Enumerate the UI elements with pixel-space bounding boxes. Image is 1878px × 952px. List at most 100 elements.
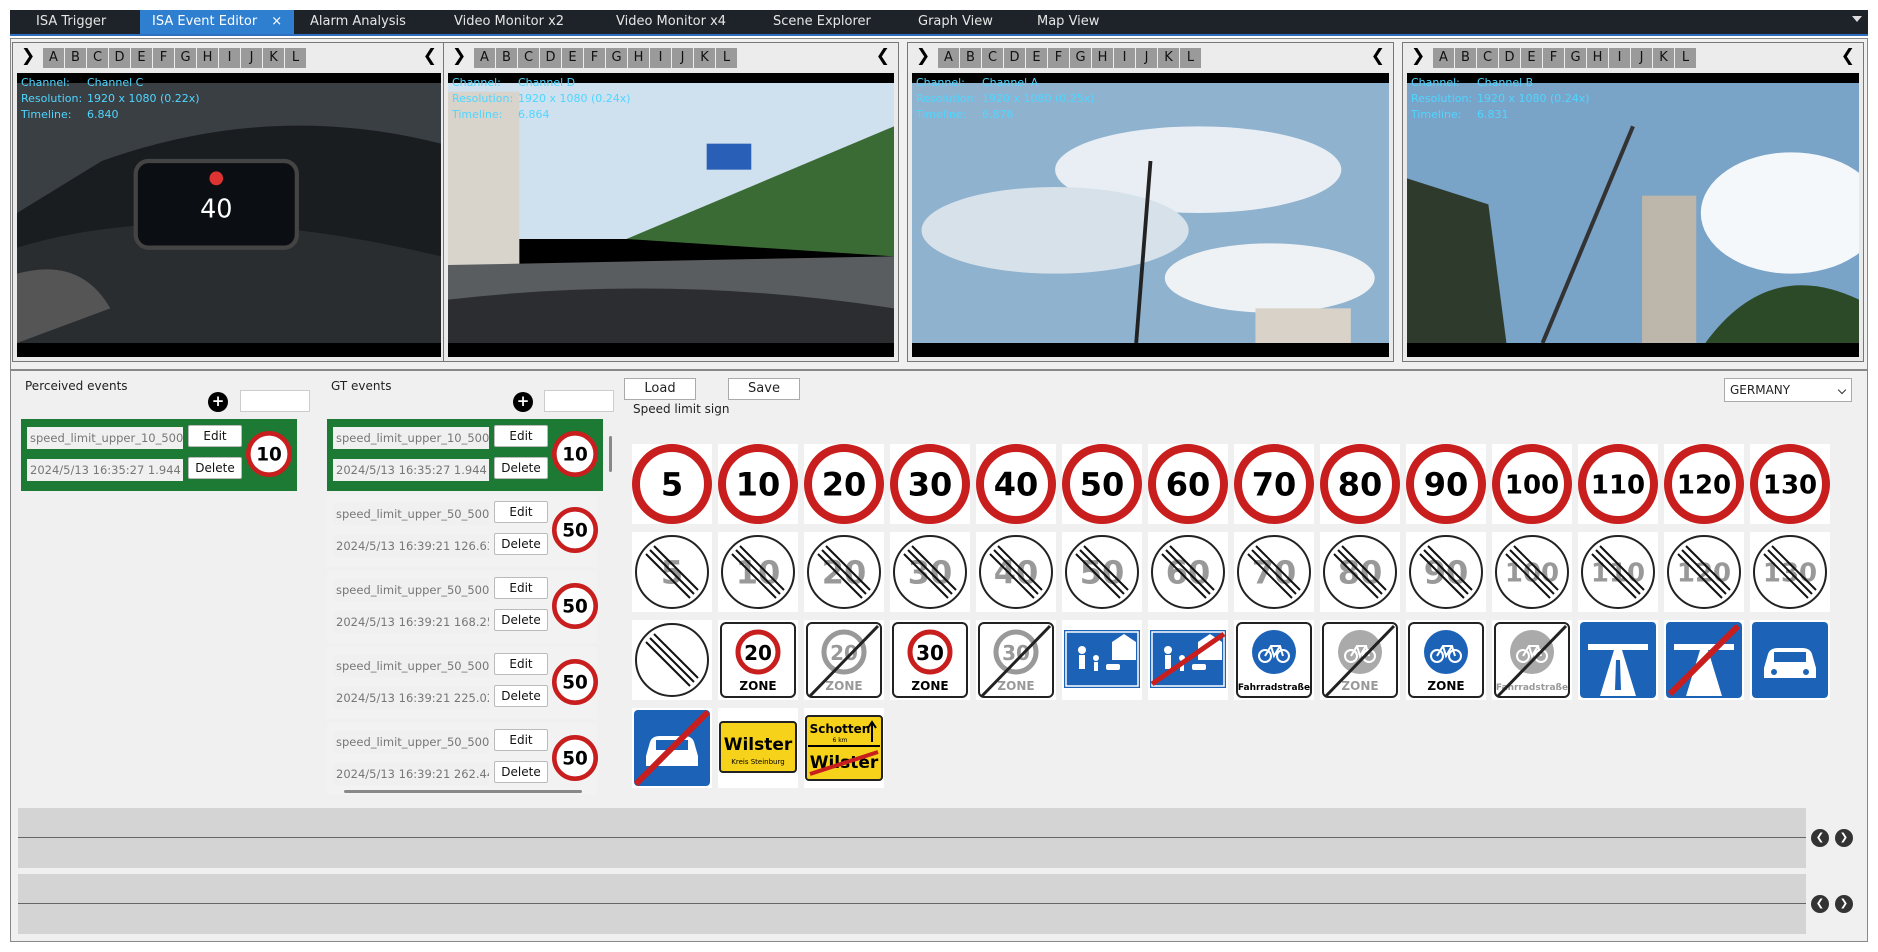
- edit-button[interactable]: Edit: [494, 577, 548, 599]
- event-item[interactable]: speed_limit_upper_50_5000 Edit 2024/5/13…: [327, 571, 598, 643]
- event-name-field[interactable]: speed_limit_upper_10_5000: [27, 427, 183, 449]
- living-street-sign[interactable]: [1062, 620, 1142, 700]
- channel-letter-button[interactable]: F: [1048, 48, 1069, 68]
- speed-limit-90-sign[interactable]: 90: [1406, 444, 1486, 524]
- event-name-field[interactable]: speed_limit_upper_50_5000: [333, 731, 489, 753]
- end-speed-limit-5-sign[interactable]: 5: [632, 532, 712, 612]
- event-item[interactable]: speed_limit_upper_50_5000 Edit 2024/5/13…: [327, 723, 598, 795]
- channel-letter-button[interactable]: D: [1499, 48, 1520, 68]
- chevron-right-icon[interactable]: ❯: [452, 46, 466, 66]
- chevron-right-icon[interactable]: ❯: [1411, 46, 1425, 66]
- timeline-track-1[interactable]: [18, 808, 1806, 868]
- end-speed-limit-100-sign[interactable]: 100: [1492, 532, 1572, 612]
- event-item[interactable]: speed_limit_upper_10_5000 Edit 2024/5/13…: [327, 419, 603, 491]
- end-all-sign[interactable]: [632, 620, 712, 700]
- gt-scrollbar-v[interactable]: [609, 436, 612, 472]
- end-speed-limit-90-sign[interactable]: 90: [1406, 532, 1486, 612]
- channel-letter-button[interactable]: B: [960, 48, 981, 68]
- channel-letter-button[interactable]: G: [1070, 48, 1091, 68]
- channel-letter-button[interactable]: B: [1455, 48, 1476, 68]
- channel-letter-button[interactable]: J: [1136, 48, 1157, 68]
- end-speed-limit-110-sign[interactable]: 110: [1578, 532, 1658, 612]
- event-name-field[interactable]: speed_limit_upper_50_5000: [333, 503, 489, 525]
- channel-letter-button[interactable]: B: [65, 48, 86, 68]
- channel-letter-button[interactable]: I: [1114, 48, 1135, 68]
- edit-button[interactable]: Edit: [494, 653, 548, 675]
- channel-letter-button[interactable]: J: [1631, 48, 1652, 68]
- delete-button[interactable]: Delete: [188, 457, 242, 479]
- tab-5[interactable]: Scene Explorer: [761, 10, 883, 34]
- motorway-end-sign[interactable]: [1664, 620, 1744, 700]
- timeline-prev-icon[interactable]: ❮: [1811, 895, 1829, 913]
- channel-letter-button[interactable]: C: [982, 48, 1003, 68]
- channel-letter-button[interactable]: G: [1565, 48, 1586, 68]
- tab-6[interactable]: Graph View: [906, 10, 1005, 34]
- event-time-field[interactable]: 2024/5/13 16:39:21 126.63: [333, 535, 489, 557]
- channel-letter-button[interactable]: J: [672, 48, 693, 68]
- speed-limit-100-sign[interactable]: 100: [1492, 444, 1572, 524]
- event-item[interactable]: speed_limit_upper_50_5000 Edit 2024/5/13…: [327, 647, 598, 719]
- tab-7[interactable]: Map View: [1025, 10, 1111, 34]
- chevron-right-icon[interactable]: ❯: [21, 46, 35, 66]
- end-speed-limit-120-sign[interactable]: 120: [1664, 532, 1744, 612]
- zone-sign[interactable]: 30 ZONE: [890, 620, 970, 700]
- channel-letter-button[interactable]: G: [606, 48, 627, 68]
- speed-limit-60-sign[interactable]: 60: [1148, 444, 1228, 524]
- country-select[interactable]: GERMANY: [1724, 378, 1852, 402]
- close-icon[interactable]: ×: [271, 14, 282, 29]
- channel-letter-button[interactable]: C: [518, 48, 539, 68]
- car-road-end-sign[interactable]: [632, 708, 712, 788]
- edit-button[interactable]: Edit: [494, 501, 548, 523]
- delete-button[interactable]: Delete: [494, 685, 548, 707]
- add-gt-event-icon[interactable]: +: [513, 392, 533, 412]
- speed-limit-110-sign[interactable]: 110: [1578, 444, 1658, 524]
- tab-4[interactable]: Video Monitor x4: [604, 10, 738, 34]
- timeline-prev-icon[interactable]: ❮: [1811, 829, 1829, 847]
- speed-limit-70-sign[interactable]: 70: [1234, 444, 1314, 524]
- chevron-left-icon[interactable]: ❮: [876, 46, 890, 66]
- gt-scrollbar-h[interactable]: [344, 790, 582, 793]
- event-time-field[interactable]: 2024/5/13 16:35:27 1.944: [333, 459, 489, 481]
- channel-letter-button[interactable]: H: [197, 48, 218, 68]
- channel-letter-button[interactable]: E: [562, 48, 583, 68]
- end-speed-limit-50-sign[interactable]: 50: [1062, 532, 1142, 612]
- event-name-field[interactable]: speed_limit_upper_50_5000: [333, 579, 489, 601]
- end-speed-limit-80-sign[interactable]: 80: [1320, 532, 1400, 612]
- channel-letter-button[interactable]: L: [1675, 48, 1696, 68]
- edit-button[interactable]: Edit: [188, 425, 242, 447]
- bike-zone-end-sign[interactable]: ZONE: [1320, 620, 1400, 700]
- add-perceived-event-icon[interactable]: +: [208, 392, 228, 412]
- timeline-track-2[interactable]: [18, 874, 1806, 934]
- end-speed-limit-40-sign[interactable]: 40: [976, 532, 1056, 612]
- event-time-field[interactable]: 2024/5/13 16:35:27 1.944: [27, 459, 183, 481]
- event-item[interactable]: speed_limit_upper_50_5000 Edit 2024/5/13…: [327, 495, 598, 567]
- channel-letter-button[interactable]: K: [1158, 48, 1179, 68]
- tab-0[interactable]: ISA Trigger: [24, 10, 118, 34]
- channel-letter-button[interactable]: A: [474, 48, 495, 68]
- channel-letter-button[interactable]: A: [43, 48, 64, 68]
- car-road-sign[interactable]: [1750, 620, 1830, 700]
- speed-limit-120-sign[interactable]: 120: [1664, 444, 1744, 524]
- channel-letter-button[interactable]: B: [496, 48, 517, 68]
- delete-button[interactable]: Delete: [494, 457, 548, 479]
- edit-button[interactable]: Edit: [494, 425, 548, 447]
- channel-letter-button[interactable]: L: [1180, 48, 1201, 68]
- timeline-next-icon[interactable]: ❯: [1835, 829, 1853, 847]
- delete-button[interactable]: Delete: [494, 533, 548, 555]
- channel-letter-button[interactable]: F: [153, 48, 174, 68]
- channel-letter-button[interactable]: K: [694, 48, 715, 68]
- edit-button[interactable]: Edit: [494, 729, 548, 751]
- event-time-field[interactable]: 2024/5/13 16:39:21 225.02: [333, 687, 489, 709]
- speed-limit-30-sign[interactable]: 30: [890, 444, 970, 524]
- living-street-end-sign[interactable]: [1148, 620, 1228, 700]
- zone-sign[interactable]: 20 ZONE: [718, 620, 798, 700]
- end-speed-limit-60-sign[interactable]: 60: [1148, 532, 1228, 612]
- gt-filter-input[interactable]: [544, 390, 614, 412]
- zone-end-sign[interactable]: 20 ZONE: [804, 620, 884, 700]
- channel-letter-button[interactable]: I: [650, 48, 671, 68]
- tab-3[interactable]: Video Monitor x2: [442, 10, 576, 34]
- save-button[interactable]: Save: [728, 378, 800, 400]
- video-view[interactable]: Channel: Channel A Resolution: 1920 x 1080…: [912, 73, 1389, 357]
- end-speed-limit-70-sign[interactable]: 70: [1234, 532, 1314, 612]
- splitter[interactable]: [11, 369, 1867, 371]
